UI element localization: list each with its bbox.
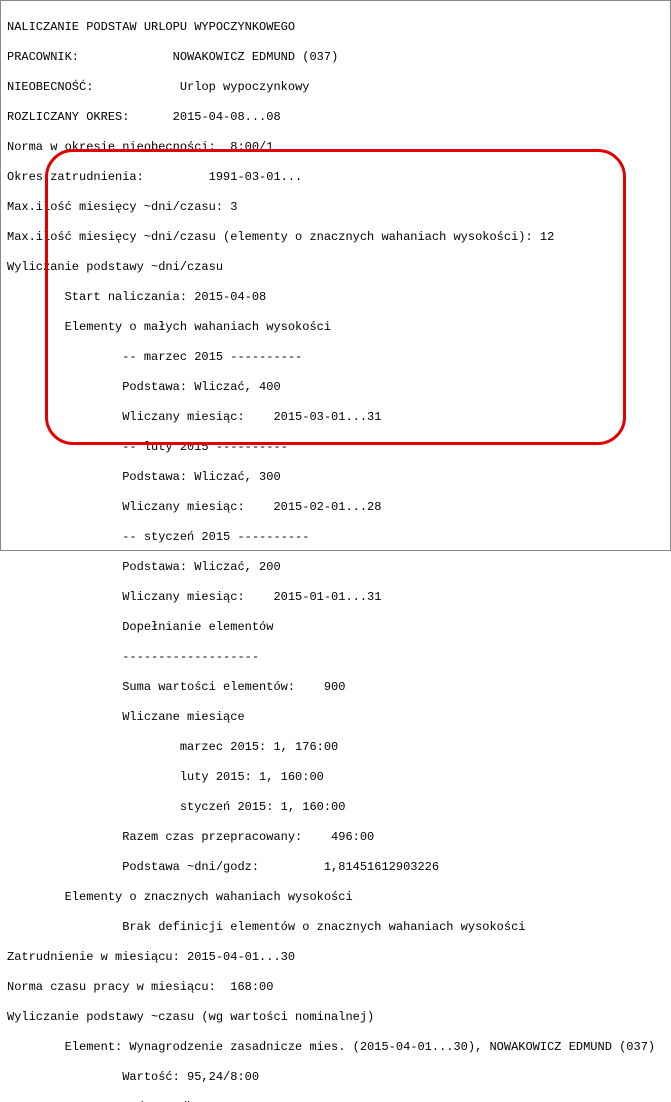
styczen-base: Podstawa: Wliczać, 200 [7, 560, 666, 575]
big-var-none: Brak definicji elementów o znacznych wah… [7, 920, 666, 935]
marzec-range: Wliczany miesiąc: 2015-03-01...31 [7, 410, 666, 425]
employee-line: PRACOWNIK: NOWAKOWICZ EDMUND (037) [7, 50, 666, 65]
elem1-l2: Wartość: 95,24/8:00 [7, 1070, 666, 1085]
title: NALICZANIE PODSTAW URLOPU WYPOCZYNKOWEGO [7, 20, 666, 35]
incl-months-title: Wliczane miesiące [7, 710, 666, 725]
incl-m2: luty 2015: 1, 160:00 [7, 770, 666, 785]
max-months2-line: Max.ilość miesięcy ~dni/czasu (elementy … [7, 230, 666, 245]
marzec-base: Podstawa: Wliczać, 400 [7, 380, 666, 395]
total-time: Razem czas przepracowany: 496:00 [7, 830, 666, 845]
absence-line: NIEOBECNOŚĆ: Urlop wypoczynkowy [7, 80, 666, 95]
elem1-l1: Element: Wynagrodzenie zasadnicze mies. … [7, 1040, 666, 1055]
luty-div: -- luty 2015 ---------- [7, 440, 666, 455]
styczen-div: -- styczeń 2015 ---------- [7, 530, 666, 545]
emp-period-line: Okres zatrudnienia: 1991-03-01... [7, 170, 666, 185]
luty-range: Wliczany miesiąc: 2015-02-01...28 [7, 500, 666, 515]
section1-title: Wyliczanie podstawy ~dni/czasu [7, 260, 666, 275]
small-var-title: Elementy o małych wahaniach wysokości [7, 320, 666, 335]
incl-m3: styczeń 2015: 1, 160:00 [7, 800, 666, 815]
start-line: Start naliczania: 2015-04-08 [7, 290, 666, 305]
norm-line: Norma w okresie nieobecności: 8:00/1 [7, 140, 666, 155]
report-screen: NALICZANIE PODSTAW URLOPU WYPOCZYNKOWEGO… [0, 0, 671, 551]
period-line: ROZLICZANY OKRES: 2015-04-08...08 [7, 110, 666, 125]
elem1-l3: Podstawa/h: 11,905 [7, 1100, 666, 1102]
fill-line: Dopełnianie elementów [7, 620, 666, 635]
dash-line: ------------------- [7, 650, 666, 665]
styczen-range: Wliczany miesiąc: 2015-01-01...31 [7, 590, 666, 605]
luty-base: Podstawa: Wliczać, 300 [7, 470, 666, 485]
section2-title: Wyliczanie podstawy ~czasu (wg wartości … [7, 1010, 666, 1025]
marzec-div: -- marzec 2015 ---------- [7, 350, 666, 365]
emp-month-line: Zatrudnienie w miesiącu: 2015-04-01...30 [7, 950, 666, 965]
max-months-line: Max.ilość miesięcy ~dni/czasu: 3 [7, 200, 666, 215]
incl-m1: marzec 2015: 1, 176:00 [7, 740, 666, 755]
sum-line: Suma wartości elementów: 900 [7, 680, 666, 695]
base-hour: Podstawa ~dni/godz: 1,81451612903226 [7, 860, 666, 875]
big-var-title: Elementy o znacznych wahaniach wysokości [7, 890, 666, 905]
norm-month-line: Norma czasu pracy w miesiącu: 168:00 [7, 980, 666, 995]
